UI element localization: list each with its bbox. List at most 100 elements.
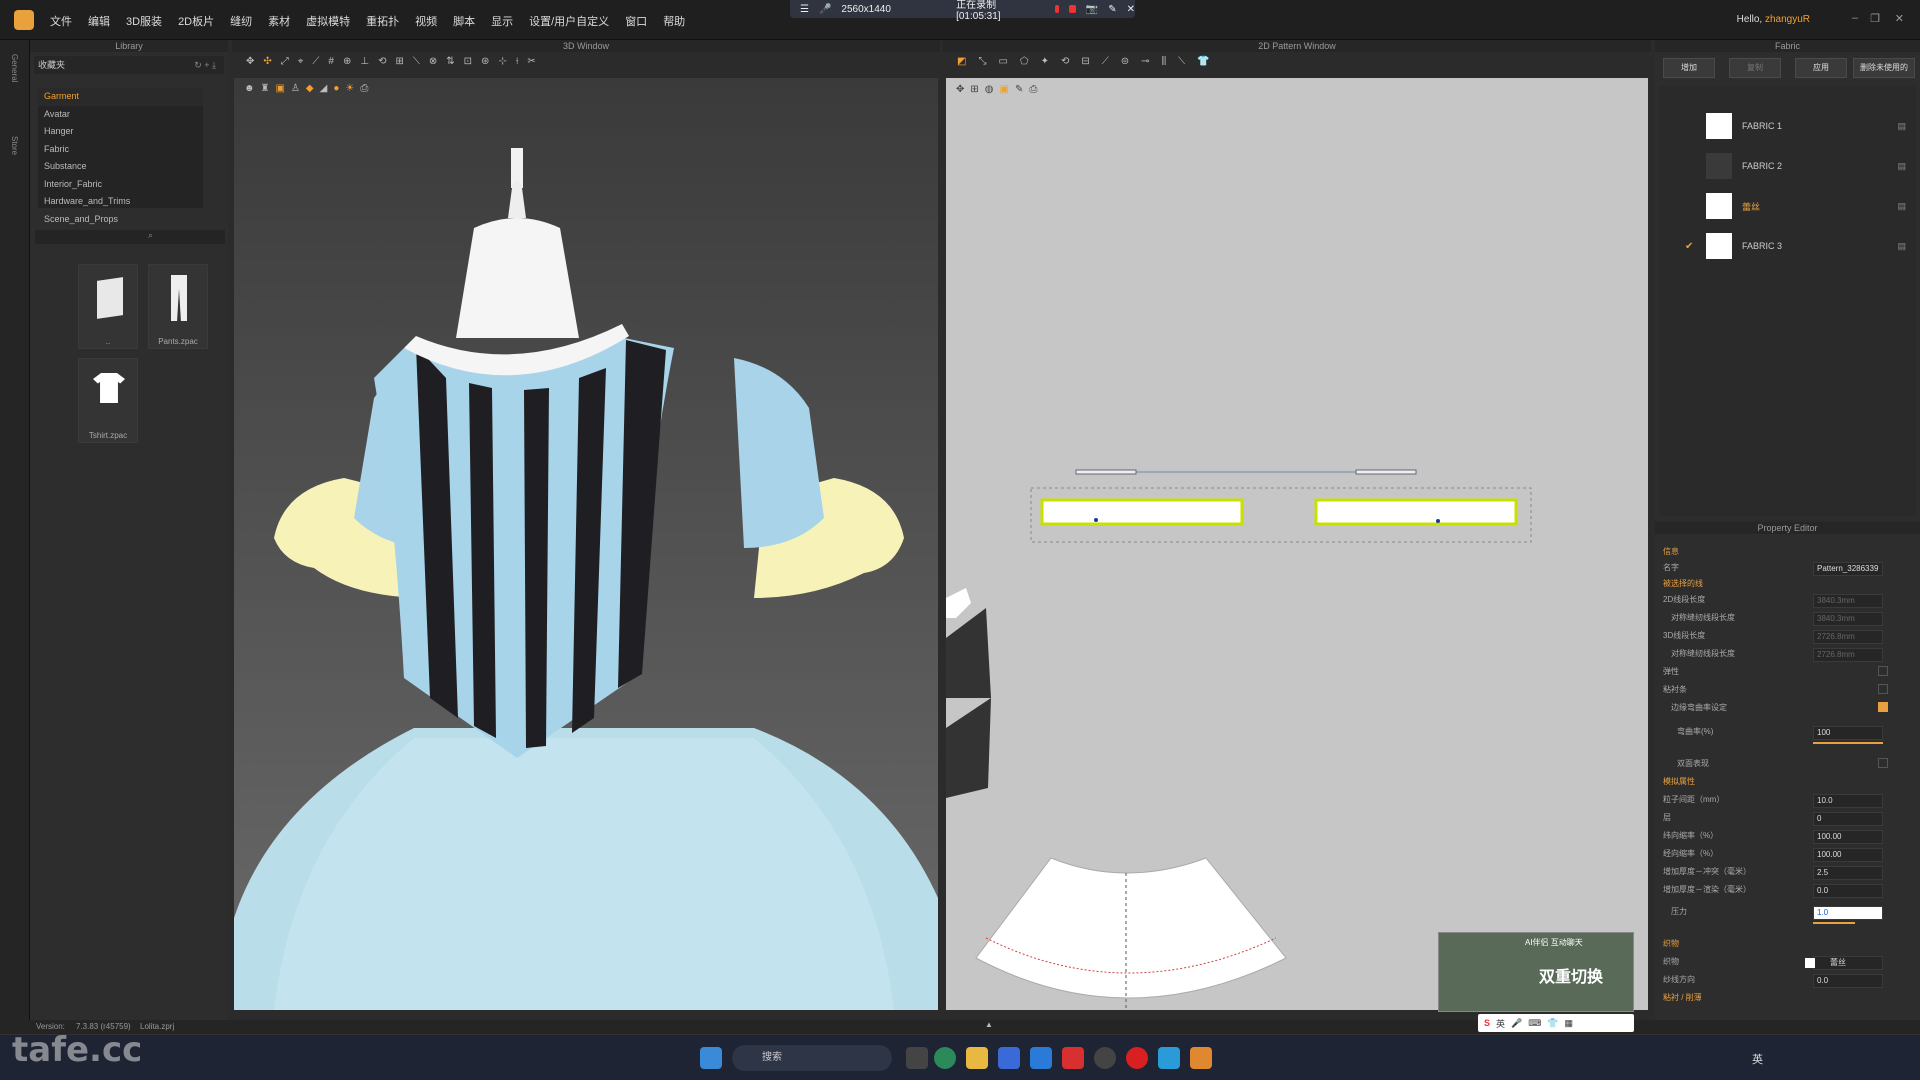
shirt-ime-icon[interactable]: 👕 <box>1547 1018 1558 1029</box>
edge-shrink-checkbox[interactable] <box>1878 702 1888 712</box>
language-indicator[interactable]: 英 <box>1752 1051 1763 1067</box>
window-close-icon[interactable]: ✕ <box>1895 12 1904 25</box>
mic-icon[interactable]: 🎤 <box>819 4 831 15</box>
sew-icon[interactable]: ⟲ <box>378 56 386 67</box>
ad-overlay[interactable]: AI伴侣 互动聊天 双重切换 <box>1438 932 1634 1012</box>
menu-item[interactable]: 设置/用户自定义 <box>529 13 609 29</box>
menu-item[interactable]: 窗口 <box>625 13 647 29</box>
fold-icon[interactable]: ⌖ <box>298 56 304 67</box>
transform-pattern-icon[interactable]: ⤡ <box>978 56 986 67</box>
fabric-item[interactable]: FABRIC 2 ▤ <box>1669 146 1914 186</box>
menu-item[interactable]: 虚拟模特 <box>306 13 350 29</box>
headset-icon[interactable] <box>1094 1047 1116 1069</box>
point-icon[interactable]: ✦ <box>1041 56 1049 67</box>
curve-rate-field[interactable]: 100 <box>1813 726 1883 740</box>
copy-fabric-button[interactable]: 复制 <box>1729 58 1781 78</box>
thumb-tshirt[interactable]: Tshirt.zpac <box>78 358 138 443</box>
thumb-pants[interactable]: Pants.zpac <box>148 264 208 349</box>
taskview-icon[interactable] <box>906 1047 928 1069</box>
store-icon[interactable] <box>998 1047 1020 1069</box>
menu-item[interactable]: 帮助 <box>663 13 685 29</box>
minimize-icon[interactable]: – <box>1852 12 1858 24</box>
pen-icon[interactable]: ✎ <box>1108 4 1116 15</box>
fold-checkbox[interactable] <box>1878 758 1888 768</box>
library-tree-item[interactable]: Scene_and_Props <box>38 211 203 229</box>
elastic-checkbox[interactable] <box>1878 666 1888 676</box>
refresh-icon[interactable]: ↻ + ⤓ <box>194 56 216 74</box>
tack-icon[interactable]: ⊕ <box>343 56 351 67</box>
menu-item[interactable]: 缝纫 <box>230 13 252 29</box>
tape-icon[interactable]: ⟊ <box>516 56 519 67</box>
fabric-menu-icon[interactable]: ▤ <box>1897 201 1906 212</box>
close-icon[interactable]: ✕ <box>1127 4 1135 15</box>
sogou-icon[interactable]: S <box>1484 1018 1490 1028</box>
menu-item[interactable]: 文件 <box>50 13 72 29</box>
camera-icon[interactable]: 📷 <box>1086 4 1098 15</box>
layer-field[interactable]: 0 <box>1813 812 1883 826</box>
curve-icon[interactable]: ⟲ <box>1061 56 1069 67</box>
taskbar-search[interactable]: 搜索 <box>732 1045 892 1071</box>
line-icon[interactable]: ⟍ <box>413 56 420 67</box>
seam-icon[interactable]: ⊗ <box>429 56 437 67</box>
library-tree-item[interactable]: Hardware_and_Trims <box>38 193 203 211</box>
file-explorer-icon[interactable] <box>966 1047 988 1069</box>
fabric-item[interactable]: FABRIC 1 ▤ <box>1669 106 1914 146</box>
tab-general[interactable]: General <box>10 54 19 82</box>
library-tree-item[interactable]: Substance <box>38 158 203 176</box>
name-field[interactable]: Pattern_3286339 <box>1813 562 1883 576</box>
thick-render-field[interactable]: 2.5 <box>1813 866 1883 880</box>
library-tree-item[interactable]: Fabric <box>38 141 203 159</box>
measure-icon[interactable]: ⊞ <box>395 56 403 67</box>
fabric-item[interactable]: ✔ FABRIC 3 ▤ <box>1669 226 1914 266</box>
section-fabric[interactable]: 织物 <box>1663 938 1908 956</box>
menu-icon[interactable]: ☰ <box>800 4 809 15</box>
thumb-folder[interactable]: .. <box>78 264 138 349</box>
curve-rate-slider[interactable] <box>1813 742 1883 744</box>
free-sew-icon[interactable]: ⟋ <box>1102 56 1109 67</box>
fabric-menu-icon[interactable]: ▤ <box>1897 161 1906 172</box>
thick-coll-field[interactable]: 0.0 <box>1813 884 1883 898</box>
menu-item[interactable]: 编辑 <box>88 13 110 29</box>
maximize-icon[interactable]: ❐ <box>1870 12 1880 25</box>
fabric-select[interactable]: 蕾丝 <box>1813 956 1883 970</box>
tape-2d-icon[interactable]: ⊸ <box>1141 56 1149 67</box>
section-sim[interactable]: 模拟属性 <box>1663 776 1908 794</box>
collapse-up-icon[interactable]: ▲ <box>985 1020 993 1029</box>
mic-ime-icon[interactable]: 🎤 <box>1511 1018 1522 1029</box>
3d-viewport[interactable]: ☻ ♜ ▣ ♙ ◆ ◢ ● ☀ ⎙ <box>234 78 938 1010</box>
tshirt-2d-icon[interactable]: 👕 <box>1197 56 1209 67</box>
library-tree-item[interactable]: Avatar <box>38 106 203 124</box>
sew-segment-icon[interactable]: ⊟ <box>1081 56 1089 67</box>
library-tree-item[interactable]: Interior_Fabric <box>38 176 203 194</box>
meeting-icon[interactable] <box>1158 1047 1180 1069</box>
username[interactable]: zhangyuR <box>1765 14 1810 25</box>
pattern-piece-left[interactable] <box>1040 498 1244 526</box>
skirt-pattern[interactable] <box>975 857 1287 999</box>
pressure-field[interactable]: 1.0 <box>1813 906 1883 920</box>
grid-icon[interactable]: # <box>328 56 334 67</box>
shrink-w-field[interactable]: 100.00 <box>1813 830 1883 844</box>
grid-ime-icon[interactable]: ▦ <box>1564 1018 1573 1029</box>
ime-toolbar[interactable]: S 英 🎤 ⌨ 👕 ▦ <box>1478 1014 1634 1032</box>
pause-icon[interactable] <box>1054 5 1059 13</box>
edit-pattern-icon[interactable]: ◩ <box>957 56 966 67</box>
2d-viewport[interactable]: ✥ ⊞ ◍ ▣ ✎ ⎙ <box>946 78 1648 1010</box>
fabric-menu-icon[interactable]: ▤ <box>1897 241 1906 252</box>
library-search[interactable]: ⌕ <box>35 230 225 244</box>
zipper-icon[interactable]: ⊹ <box>498 56 506 67</box>
fabric-menu-icon[interactable]: ▤ <box>1897 121 1906 132</box>
move-tool-icon[interactable]: ✣ <box>263 56 271 67</box>
pin-tool-icon[interactable]: ⊥ <box>360 56 369 67</box>
search-icon[interactable]: ⌕ <box>148 230 153 241</box>
windows-start-icon[interactable] <box>700 1047 722 1069</box>
menu-item[interactable]: 素材 <box>268 13 290 29</box>
menu-item[interactable]: 视频 <box>415 13 437 29</box>
drape-icon[interactable]: ✂ <box>527 56 535 67</box>
grain-field[interactable]: 0.0 <box>1813 974 1883 988</box>
keyboard-icon[interactable]: ⌨ <box>1528 1018 1541 1029</box>
rectangle-icon[interactable]: ▭ <box>998 56 1007 67</box>
fold-2d-icon[interactable]: ⫼ <box>1162 56 1167 67</box>
stop-icon[interactable] <box>1068 5 1076 13</box>
menu-item[interactable]: 重拓扑 <box>366 13 399 29</box>
delete-unused-button[interactable]: 删除未使用的 <box>1853 58 1915 78</box>
